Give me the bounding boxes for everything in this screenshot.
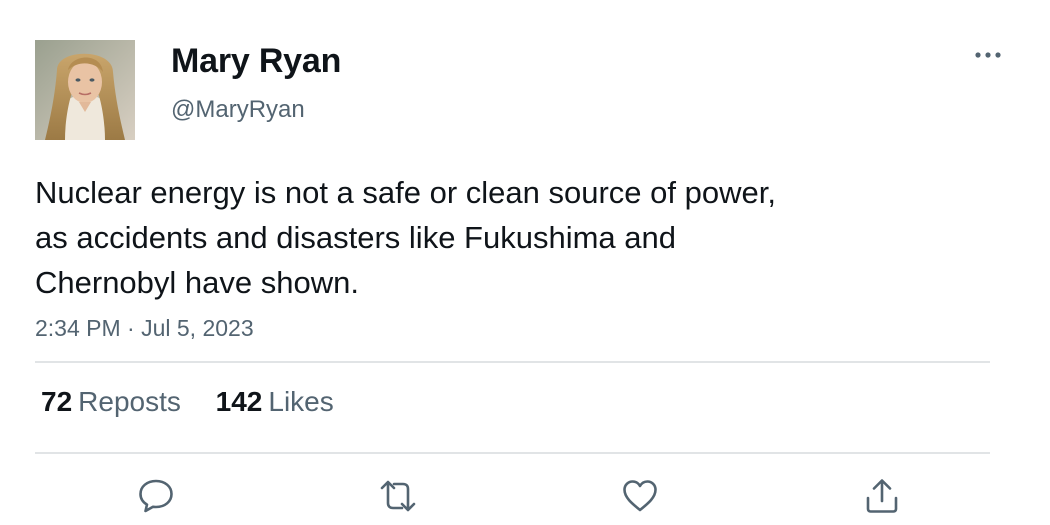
divider: [35, 452, 990, 454]
reposts-count: 72: [41, 386, 73, 417]
tweet-text-line: as accidents and disasters like Fukushim…: [35, 220, 676, 255]
avatar-photo: [35, 40, 135, 140]
like-button[interactable]: [620, 476, 660, 516]
avatar[interactable]: [35, 40, 135, 140]
heart-icon: [623, 480, 657, 512]
likes-label: Likes: [268, 386, 334, 417]
author-display-name[interactable]: Mary Ryan: [171, 42, 341, 81]
reposts-stat[interactable]: 72 Reposts: [41, 386, 181, 418]
reposts-label: Reposts: [78, 386, 181, 417]
tweet-text-line: Nuclear energy is not a safe or clean so…: [35, 175, 776, 210]
share-button[interactable]: [862, 476, 902, 516]
likes-count: 142: [215, 386, 263, 417]
tweet-text: Nuclear energy is not a safe or clean so…: [35, 170, 935, 305]
more-horizontal-icon[interactable]: [974, 48, 1002, 62]
speech-bubble-icon: [139, 479, 173, 513]
repost-button[interactable]: [378, 476, 418, 516]
tweet-timestamp[interactable]: 2:34 PM · Jul 5, 2023: [35, 315, 254, 342]
likes-stat[interactable]: 142 Likes: [216, 386, 334, 418]
tweet-card: Mary Ryan @MaryRyan Nuclear energy is no…: [0, 0, 1050, 525]
engagement-stats: 72 Reposts 142 Likes: [41, 386, 361, 418]
upload-share-icon: [866, 479, 898, 513]
author-handle[interactable]: @MaryRyan: [171, 96, 305, 124]
divider: [35, 361, 990, 363]
tweet-text-line: Chernobyl have shown.: [35, 265, 359, 300]
repost-arrows-icon: [380, 480, 416, 512]
reply-button[interactable]: [136, 476, 176, 516]
